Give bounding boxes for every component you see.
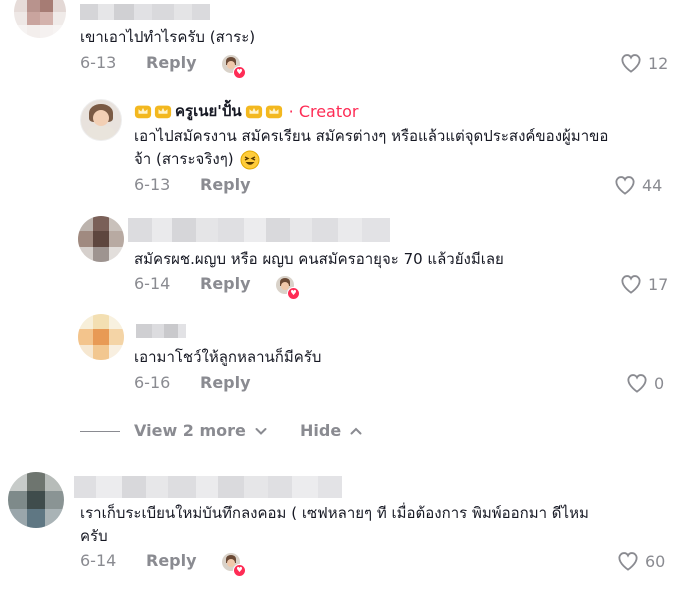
hide-label: Hide [300,421,342,440]
view-more-label: View 2 more [134,421,246,440]
comment-date: 6-14 [134,274,171,293]
comment-date: 6-13 [134,175,171,194]
comment-text: สมัครผช.ผญบ หรือ ผญบ คนสมัครอายุจะ 70 แล… [134,250,504,268]
creator-label: · Creator [288,101,359,121]
creator-liked-badge: ♥ [222,553,246,577]
creator-name-row: ครูเนย'ปั้น · Creator [134,100,359,122]
comment-text-line2-row: จ้า (สาระจริงๆ) [134,148,260,171]
like-count: 44 [642,175,663,195]
avatar[interactable] [78,216,124,262]
view-more-replies-button[interactable]: View 2 more [134,421,268,440]
crown-emoji-icon [265,105,282,119]
comment-text-line2: จ้า (สาระจริงๆ) [134,150,234,168]
chevron-down-icon [255,427,267,435]
heart-icon: ♥ [233,564,246,577]
avatar[interactable] [14,0,66,38]
reply-button[interactable]: Reply [200,274,251,294]
heart-icon: ♥ [287,287,300,300]
crown-emoji-icon [245,105,262,119]
comment-date: 6-16 [134,373,171,392]
username-redacted [80,4,210,20]
comment-text: เอาไปสมัครงาน สมัครเรียน สมัครต่างๆ หรือ… [134,127,609,145]
chevron-up-icon [350,427,362,434]
username-redacted [136,324,186,338]
like-button[interactable]: 0 [626,373,664,393]
like-button[interactable]: 17 [620,274,668,294]
like-count: 17 [648,274,669,294]
crown-emoji-icon [134,105,152,119]
reply-button[interactable]: Reply [200,175,251,195]
like-count: 0 [654,373,665,393]
laughing-emoji-icon [240,150,260,169]
reply-button[interactable]: Reply [146,551,197,571]
like-count: 12 [648,53,669,73]
reply-button[interactable]: Reply [146,53,197,73]
comment-text: เอามาโชว์ให้ลูกหลานก็มีครับ [134,348,322,366]
like-button[interactable]: 12 [620,53,668,73]
heart-outline-icon [621,275,641,294]
heart-outline-icon [621,54,641,73]
comment-text: เราเก็บระเบียนใหม่บันทึกลงคอม ( เซฟหลายๆ… [80,504,589,522]
thread-divider [80,431,120,432]
creator-liked-badge: ♥ [276,276,300,300]
like-button[interactable]: 60 [617,551,665,571]
avatar[interactable] [78,314,124,360]
crown-emoji-icon [154,105,172,119]
username-redacted [74,476,342,498]
heart-outline-icon [618,552,638,571]
creator-liked-badge: ♥ [222,55,246,79]
hide-replies-button[interactable]: Hide [300,421,363,440]
like-count: 60 [645,551,666,571]
like-button[interactable]: 44 [614,175,662,195]
heart-icon: ♥ [233,66,246,79]
heart-outline-icon [615,176,635,195]
avatar[interactable] [8,472,64,528]
comment-text-line2: ครับ [80,527,108,545]
reply-button[interactable]: Reply [200,373,251,393]
comment-date: 6-14 [80,551,117,570]
comment-date: 6-13 [80,53,117,72]
username-redacted [128,218,390,242]
comment-text: เขาเอาไปทำไรครับ (สาระ) [80,28,256,46]
creator-avatar[interactable] [80,99,122,141]
heart-outline-icon [627,374,647,393]
creator-name[interactable]: ครูเนย'ปั้น [175,99,242,123]
